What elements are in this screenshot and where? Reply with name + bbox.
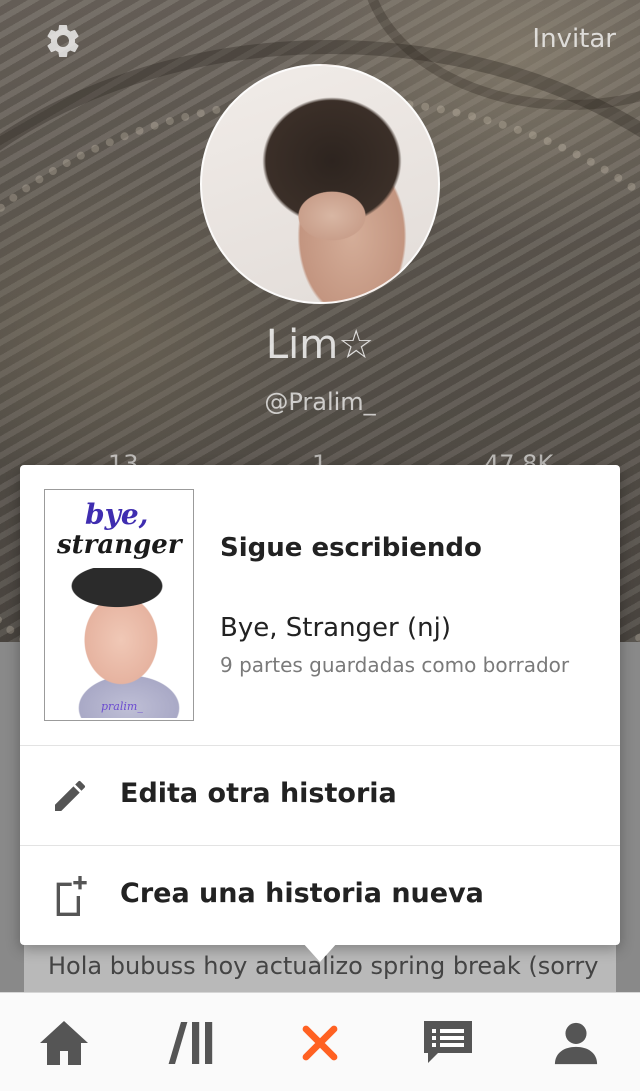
edit-other-story-label: Edita otra historia xyxy=(120,778,397,809)
write-menu-popup: bye, stranger pralim_ Sigue escribiendo … xyxy=(20,465,620,945)
profile-icon xyxy=(554,1022,598,1064)
settings-button[interactable] xyxy=(42,20,84,62)
library-icon xyxy=(168,1021,213,1064)
continue-writing-label: Sigue escribiendo xyxy=(220,533,482,563)
draft-parts-count: 9 partes guardadas como borrador xyxy=(220,653,570,677)
pencil-icon xyxy=(50,776,90,816)
continue-writing-item[interactable]: bye, stranger pralim_ Sigue escribiendo … xyxy=(20,465,620,745)
cover-title-line2: stranger xyxy=(57,530,182,560)
draft-story-title: Bye, Stranger (nj) xyxy=(220,613,451,643)
home-icon xyxy=(40,1020,88,1065)
stat-reading-lists-count[interactable]: 1 xyxy=(312,450,327,466)
new-document-icon xyxy=(50,876,90,916)
bottom-navigation xyxy=(0,992,640,1091)
nav-home-button[interactable] xyxy=(0,993,128,1091)
cover-photo xyxy=(59,568,189,718)
create-new-story-item[interactable]: Crea una historia nueva xyxy=(20,846,620,946)
nav-library-button[interactable] xyxy=(128,993,256,1091)
popup-pointer xyxy=(302,942,338,962)
cover-signature: pralim_ xyxy=(101,700,143,713)
invite-button[interactable]: Invitar xyxy=(532,24,616,54)
close-icon xyxy=(302,1025,338,1060)
profile-display-name: Lim☆ xyxy=(265,322,375,368)
nav-profile-button[interactable] xyxy=(512,993,640,1091)
profile-stats: 13 1 47.8K xyxy=(0,450,640,466)
messages-icon xyxy=(424,1020,472,1063)
edit-other-story-item[interactable]: Edita otra historia xyxy=(20,746,620,846)
gear-icon xyxy=(47,24,79,57)
story-cover-image: bye, stranger pralim_ xyxy=(44,489,194,721)
stat-works-count[interactable]: 13 xyxy=(108,450,139,466)
profile-username: @Pralim_ xyxy=(264,388,376,416)
nav-messages-button[interactable] xyxy=(384,993,512,1091)
nav-write-button[interactable] xyxy=(256,993,384,1091)
create-new-story-label: Crea una historia nueva xyxy=(120,878,484,909)
avatar[interactable] xyxy=(200,64,440,304)
stat-followers-count[interactable]: 47.8K xyxy=(484,450,553,466)
cover-title-line1: bye, xyxy=(85,498,149,531)
